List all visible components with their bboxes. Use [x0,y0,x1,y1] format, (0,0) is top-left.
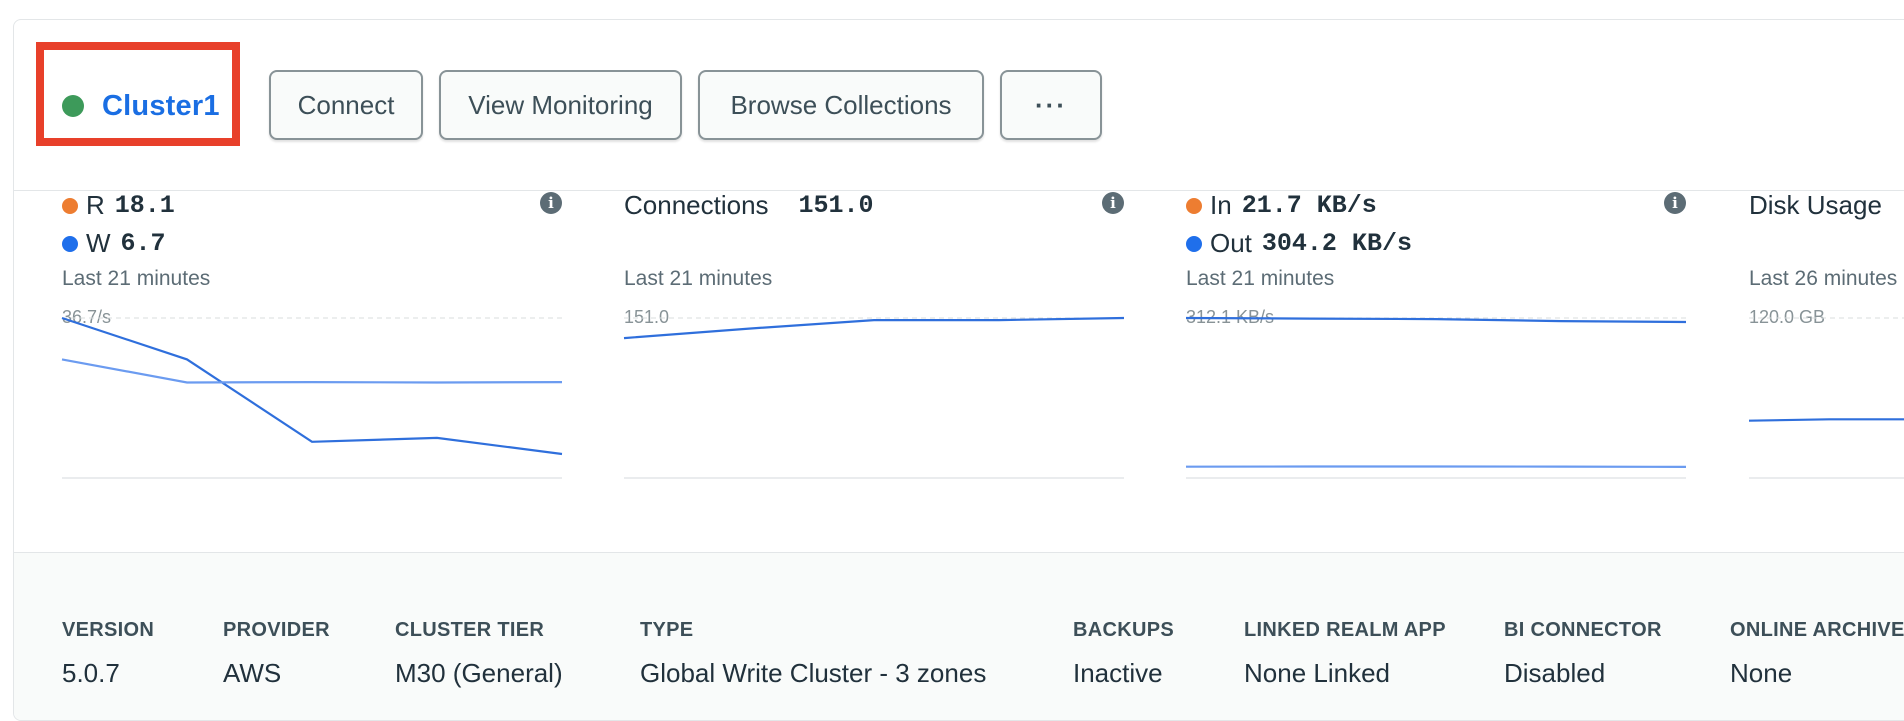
in-dot [1186,198,1202,214]
browse-collections-button[interactable]: Browse Collections [698,70,984,140]
disk-usage-chart [1749,310,1904,510]
out-legend: Out 304.2 KB/s [1186,228,1412,259]
detail-value: Inactive [1073,658,1174,689]
detail-value: 5.0.7 [62,658,154,689]
series-line-1 [624,318,1124,338]
info-icon[interactable]: i [1102,192,1124,214]
opcounters-panel[interactable]: R 18.1 W 6.7 i Last 21 minutes 36.7/s [62,190,562,550]
series-line-1 [62,318,562,454]
detail-online-archive: ONLINE ARCHIVE None [1730,619,1904,689]
detail-label: LINKED REALM APP [1244,619,1446,642]
cluster-card: Cluster1 Connect View Monitoring Browse … [13,19,1904,721]
connections-value: 151.0 [799,191,874,220]
out-value: 304.2 KB/s [1262,229,1412,258]
period-label: Last 21 minutes [62,267,210,291]
view-monitoring-button[interactable]: View Monitoring [439,70,682,140]
detail-version: VERSION 5.0.7 [62,619,154,689]
cluster-details: VERSION 5.0.7 PROVIDER AWS CLUSTER TIER … [14,552,1904,720]
connections-panel[interactable]: Connections 151.0 i Last 21 minutes 151.… [624,190,1124,550]
detail-label: CLUSTER TIER [395,619,563,642]
detail-value: M30 (General) [395,658,563,689]
read-label: R [86,190,105,221]
info-icon[interactable]: i [540,192,562,214]
detail-cluster-tier: CLUSTER TIER M30 (General) [395,619,563,689]
period-label: Last 21 minutes [624,267,772,291]
out-dot [1186,236,1202,252]
info-icon[interactable]: i [1664,192,1686,214]
cluster-name-link[interactable]: Cluster1 [102,90,220,123]
detail-type: TYPE Global Write Cluster - 3 zones [640,619,986,689]
in-label: In [1210,190,1232,221]
detail-value: Disabled [1504,658,1662,689]
detail-label: BI CONNECTOR [1504,619,1662,642]
detail-value: Global Write Cluster - 3 zones [640,658,986,689]
read-legend: R 18.1 [62,190,175,221]
write-value: 6.7 [121,229,166,258]
period-label: Last 26 minutes [1749,267,1897,291]
in-value: 21.7 KB/s [1242,191,1377,220]
read-dot [62,198,78,214]
more-options-button[interactable]: ··· [1000,70,1102,140]
connections-chart [624,310,1124,510]
detail-value: None [1730,658,1904,689]
connections-title: Connections [624,190,769,221]
detail-provider: PROVIDER AWS [223,619,330,689]
detail-label: TYPE [640,619,986,642]
connect-button[interactable]: Connect [269,70,423,140]
detail-label: VERSION [62,619,154,642]
series-line-2 [62,359,562,382]
detail-bi-connector: BI CONNECTOR Disabled [1504,619,1662,689]
network-panel[interactable]: In 21.7 KB/s Out 304.2 KB/s i Last 21 mi… [1186,190,1686,550]
detail-label: ONLINE ARCHIVE [1730,619,1904,642]
disk-title: Disk Usage [1749,190,1882,221]
out-label: Out [1210,228,1252,259]
disk-usage-panel[interactable]: Disk Usage Last 26 minutes 120.0 GB [1749,190,1904,550]
write-dot [62,236,78,252]
detail-value: AWS [223,658,330,689]
in-legend: In 21.7 KB/s [1186,190,1377,221]
cluster-header: Cluster1 Connect View Monitoring Browse … [14,20,1904,191]
connections-legend: Connections 151.0 [624,190,874,221]
detail-label: BACKUPS [1073,619,1174,642]
write-label: W [86,228,111,259]
opcounters-chart [62,310,562,510]
read-value: 18.1 [115,191,175,220]
detail-value: None Linked [1244,658,1446,689]
detail-backups: BACKUPS Inactive [1073,619,1174,689]
disk-legend: Disk Usage [1749,190,1882,221]
series-line-1 [1749,419,1904,420]
network-chart [1186,310,1686,510]
cluster-status-dot [62,95,84,117]
detail-linked-realm-app: LINKED REALM APP None Linked [1244,619,1446,689]
series-line-1 [1186,318,1686,322]
write-legend: W 6.7 [62,228,166,259]
detail-label: PROVIDER [223,619,330,642]
period-label: Last 21 minutes [1186,267,1334,291]
